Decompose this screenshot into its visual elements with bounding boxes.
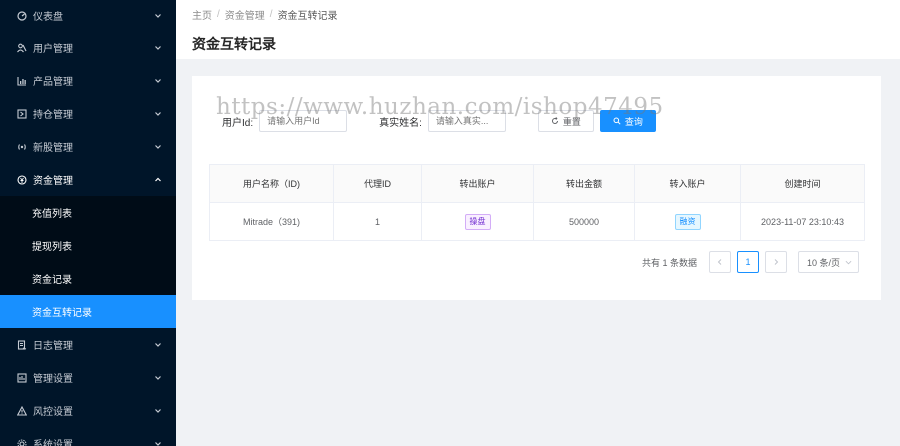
table-row: Mitrade（391) 1 操盘 500000 融资 2023-11-07 2… — [209, 202, 865, 241]
breadcrumb-home[interactable]: 主页 — [192, 7, 212, 22]
chevron-right-icon — [774, 259, 779, 265]
sidebar-item-fund-records[interactable]: 资金记录 — [0, 262, 176, 295]
page-number-button[interactable]: 1 — [737, 251, 759, 273]
signal-icon — [16, 141, 28, 153]
sidebar-item-label: 系统设置 — [33, 440, 73, 446]
sidebar-item-label: 日志管理 — [33, 341, 73, 352]
page-size-value: 10 条/页 — [807, 257, 841, 268]
next-page-button[interactable] — [765, 251, 787, 273]
chevron-down-icon — [154, 374, 162, 382]
sidebar-item-label: 持仓管理 — [33, 110, 73, 121]
prev-page-button[interactable] — [709, 251, 731, 273]
chevron-down-icon — [154, 12, 162, 20]
funds-submenu: 充值列表 提现列表 资金记录 资金互转记录 — [0, 196, 176, 328]
position-icon — [16, 108, 28, 120]
warning-icon — [16, 405, 28, 417]
sidebar-item-withdraw-list[interactable]: 提现列表 — [0, 229, 176, 262]
chevron-down-icon — [154, 110, 162, 118]
chart-icon — [16, 75, 28, 87]
main-content: 主页 / 资金管理 / 资金互转记录 资金互转记录 用户Id: 真实姓名: 重置… — [176, 0, 900, 446]
log-icon — [16, 339, 28, 351]
sidebar-item-transfer-records[interactable]: 资金互转记录 — [0, 295, 176, 328]
breadcrumb-parent[interactable]: 资金管理 — [225, 7, 265, 22]
chevron-down-icon — [154, 77, 162, 85]
transfer-records-table: 用户名称（ID) 代理ID 转出账户 转出金额 转入账户 创建时间 Mitrad… — [209, 164, 865, 241]
cell-to-account: 融资 — [634, 202, 741, 241]
sidebar-item-positions[interactable]: 持仓管理 — [0, 97, 176, 130]
sidebar-item-system-settings[interactable]: 系统设置 — [0, 427, 176, 446]
cell-agent-id: 1 — [333, 202, 422, 241]
sidebar-item-logs[interactable]: 日志管理 — [0, 328, 176, 361]
sidebar-item-recharge-list[interactable]: 充值列表 — [0, 196, 176, 229]
sidebar-item-products[interactable]: 产品管理 — [0, 64, 176, 97]
settings-icon — [16, 372, 28, 384]
sidebar-item-admin-settings[interactable]: 管理设置 — [0, 361, 176, 394]
watermark: https://www.huzhan.com/ishop47495 — [216, 94, 664, 120]
page-title: 资金互转记录 — [192, 36, 276, 52]
users-icon — [16, 42, 28, 54]
pagination: 共有 1 条数据 1 10 条/页 — [642, 251, 859, 273]
sidebar-item-dashboard[interactable]: 仪表盘 — [0, 0, 176, 31]
chevron-down-icon — [154, 341, 162, 349]
sidebar-item-ipo[interactable]: 新股管理 — [0, 130, 176, 163]
chevron-down-icon — [154, 440, 162, 446]
from-account-tag: 操盘 — [464, 213, 491, 230]
sidebar-item-label: 产品管理 — [33, 77, 73, 88]
breadcrumb-separator: / — [217, 9, 220, 20]
cell-from-account: 操盘 — [421, 202, 534, 241]
chevron-down-icon — [154, 143, 162, 151]
cell-amount: 500000 — [533, 202, 635, 241]
column-header: 转出账户 — [421, 164, 534, 203]
pagination-total: 共有 1 条数据 — [641, 257, 697, 268]
column-header: 创建时间 — [740, 164, 865, 203]
sidebar-item-funds[interactable]: 资金管理 — [0, 163, 176, 196]
breadcrumb-current: 资金互转记录 — [277, 11, 338, 22]
sidebar-item-risk-settings[interactable]: 风控设置 — [0, 394, 176, 427]
page-size-select[interactable]: 10 条/页 — [798, 251, 859, 273]
sidebar-item-label: 管理设置 — [33, 374, 73, 385]
chevron-down-icon — [154, 44, 162, 52]
sidebar-item-label: 资金管理 — [33, 176, 73, 187]
column-header: 转入账户 — [634, 164, 741, 203]
sidebar: 仪表盘 用户管理 产品管理 持仓管理 新股管理 资金管理 充值列表 提现列表 资… — [0, 0, 176, 446]
sidebar-item-label: 风控设置 — [33, 407, 73, 418]
chevron-left-icon — [717, 259, 722, 265]
money-icon — [16, 174, 28, 186]
column-header: 用户名称（ID) — [209, 164, 334, 203]
system-icon — [16, 438, 28, 446]
chevron-up-icon — [154, 176, 162, 184]
breadcrumb: 主页 / 资金管理 / 资金互转记录 — [192, 7, 884, 22]
breadcrumb-separator: / — [269, 9, 273, 20]
table-header-row: 用户名称（ID) 代理ID 转出账户 转出金额 转入账户 创建时间 — [209, 164, 865, 203]
sidebar-item-label: 仪表盘 — [33, 12, 63, 23]
chevron-down-icon — [154, 407, 162, 415]
page-header: 主页 / 资金管理 / 资金互转记录 资金互转记录 — [176, 0, 900, 59]
sidebar-item-users[interactable]: 用户管理 — [0, 31, 176, 64]
sidebar-item-label: 新股管理 — [33, 143, 73, 154]
column-header: 转出金额 — [533, 164, 635, 203]
to-account-tag: 融资 — [674, 213, 701, 230]
column-header: 代理ID — [333, 164, 422, 203]
cell-created: 2023-11-07 23:10:43 — [740, 202, 865, 241]
chevron-down-icon — [845, 260, 852, 265]
dashboard-icon — [16, 10, 28, 22]
cell-user: Mitrade（391) — [209, 202, 334, 241]
sidebar-item-label: 用户管理 — [33, 44, 73, 55]
